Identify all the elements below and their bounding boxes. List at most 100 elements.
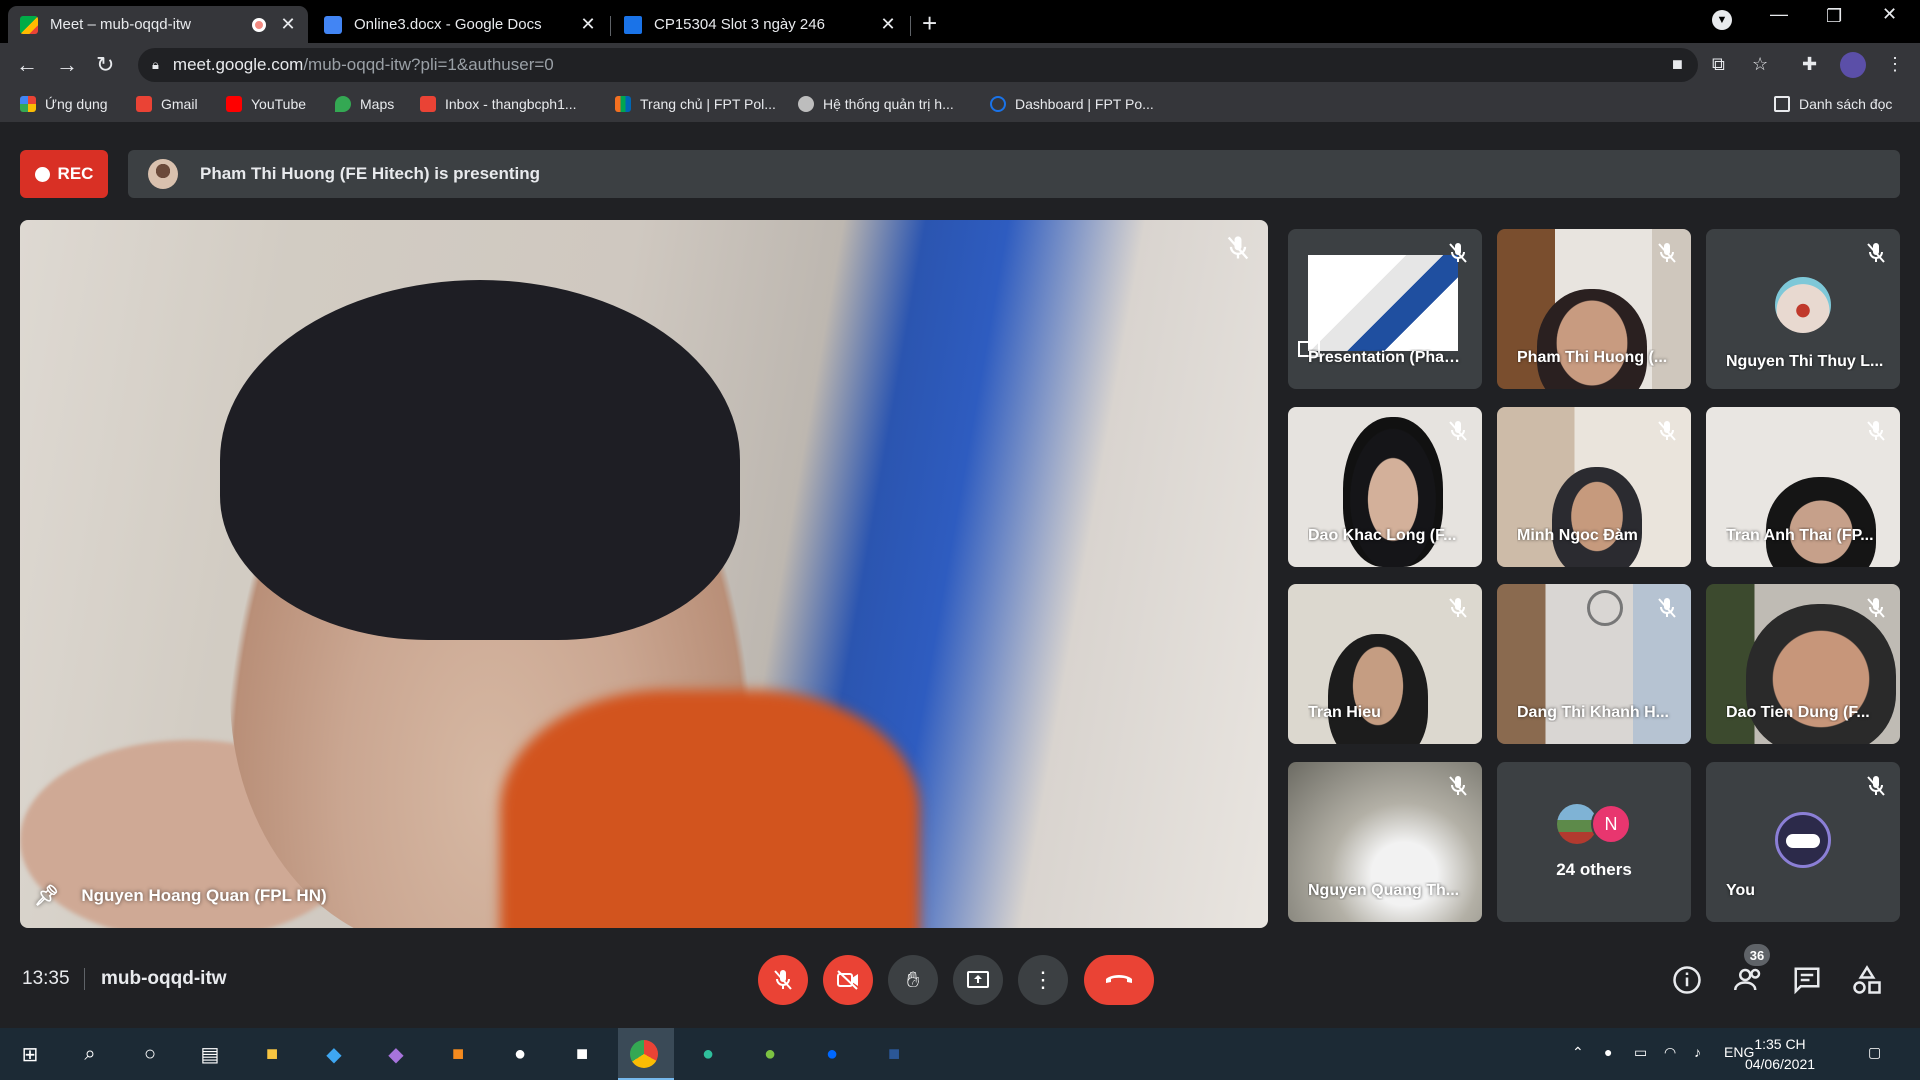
- tab-meet[interactable]: Meet – mub-oqqd-itw ✕: [8, 6, 308, 43]
- more-vert-icon: ⋮: [1032, 967, 1054, 992]
- file-explorer-icon[interactable]: ■: [256, 1038, 288, 1070]
- bookmarks-bar: Ứng dụng Gmail YouTube Maps Inbox - than…: [0, 87, 1920, 123]
- present-now-button[interactable]: [953, 955, 1003, 1005]
- new-tab-button[interactable]: +: [922, 8, 937, 39]
- microphone-toggle-button[interactable]: [758, 955, 808, 1005]
- battery-icon[interactable]: ▭: [1634, 1044, 1647, 1061]
- tab-docs[interactable]: Online3.docx - Google Docs ✕: [312, 6, 608, 43]
- muted-mic-icon: [1658, 421, 1676, 441]
- windows-start-icon[interactable]: ⊞: [14, 1038, 46, 1070]
- participant-tile[interactable]: Nguyen Thi Thuy L...: [1706, 229, 1900, 389]
- wifi-icon[interactable]: ◠: [1664, 1044, 1676, 1061]
- tab-divider: [910, 16, 911, 36]
- lock-icon[interactable]: 🔒︎: [152, 57, 159, 73]
- tab-title: Meet – mub-oqqd-itw: [50, 16, 191, 33]
- recording-indicator-icon: [252, 17, 266, 32]
- participant-tile[interactable]: Nguyen Quang Th...: [1288, 762, 1482, 922]
- others-tile[interactable]: N 24 others: [1497, 762, 1691, 922]
- task-view-icon[interactable]: ▤: [194, 1038, 226, 1070]
- bookmark-fpt-home[interactable]: Trang chủ | FPT Pol...: [615, 96, 776, 112]
- presenting-text: Pham Thi Huong (FE Hitech) is presenting: [200, 164, 541, 183]
- activities-icon[interactable]: [1852, 965, 1882, 995]
- participant-tile[interactable]: Pham Thi Huong (...: [1497, 229, 1691, 389]
- chrome-icon[interactable]: [630, 1040, 658, 1068]
- bookmark-maps[interactable]: Maps: [335, 96, 394, 112]
- bookmark-youtube[interactable]: YouTube: [226, 96, 306, 112]
- participant-tile-presentation[interactable]: Presentation (Pham Thi Hu...: [1288, 229, 1482, 389]
- fan-icon: [1587, 590, 1623, 626]
- forward-arrow-icon[interactable]: →: [56, 52, 78, 78]
- participant-tile[interactable]: Dang Thi Khanh H...: [1497, 584, 1691, 744]
- muted-mic-icon: [1867, 243, 1885, 263]
- bookmark-inbox[interactable]: Inbox - thangbcph1...: [420, 96, 577, 112]
- coccoc-icon[interactable]: ●: [754, 1038, 786, 1070]
- bookmark-star-icon[interactable]: ☆: [1752, 54, 1768, 75]
- close-tab-icon[interactable]: ✕: [280, 14, 296, 35]
- show-hidden-icons-icon[interactable]: ⌃: [1572, 1044, 1584, 1061]
- participant-tile[interactable]: Dao Tien Dung (F...: [1706, 584, 1900, 744]
- end-call-button[interactable]: [1084, 955, 1154, 1005]
- close-tab-icon[interactable]: ✕: [880, 14, 896, 35]
- reload-icon[interactable]: ↻: [96, 52, 114, 78]
- chat-icon[interactable]: [1792, 965, 1822, 995]
- kebab-menu-icon[interactable]: ⋮: [1886, 54, 1904, 75]
- more-options-button[interactable]: ⋮: [1018, 955, 1068, 1005]
- maximize-icon[interactable]: ❐: [1826, 6, 1842, 27]
- gamepad-icon: [1786, 834, 1820, 848]
- visual-studio-icon[interactable]: ◆: [380, 1038, 412, 1070]
- tab-classroom[interactable]: CP15304 Slot 3 ngày 246 ✕: [612, 6, 908, 43]
- tab-divider: [610, 16, 611, 36]
- profile-avatar-icon[interactable]: [1840, 52, 1866, 78]
- app-circle-icon[interactable]: ●: [504, 1038, 536, 1070]
- notifications-icon[interactable]: ▢: [1868, 1044, 1881, 1061]
- microsoft-store-icon[interactable]: ■: [566, 1038, 598, 1070]
- screen-share-off-icon: [1449, 243, 1467, 263]
- bookmark-apps[interactable]: Ứng dụng: [20, 96, 108, 112]
- translate-icon[interactable]: ⧉: [1712, 54, 1725, 75]
- address-bar[interactable]: 🔒︎ meet.google.com/mub-oqqd-itw?pli=1&au…: [138, 48, 1698, 82]
- back-arrow-icon[interactable]: ←: [16, 52, 38, 78]
- search-icon[interactable]: ⌕: [74, 1038, 106, 1070]
- bookmark-label: Hệ thống quản trị h...: [823, 96, 954, 112]
- bookmark-label: Trang chủ | FPT Pol...: [640, 96, 776, 112]
- participant-tile[interactable]: Minh Ngoc Đàm: [1497, 407, 1691, 567]
- gmail-icon: [420, 96, 436, 112]
- close-window-icon[interactable]: ✕: [1882, 4, 1897, 25]
- maps-icon: [335, 96, 351, 112]
- microphone-tray-icon[interactable]: ●: [1604, 1044, 1612, 1060]
- close-tab-icon[interactable]: ✕: [580, 14, 596, 35]
- camera-toggle-button[interactable]: [823, 955, 873, 1005]
- youtube-icon: [226, 96, 242, 112]
- raise-hand-button[interactable]: ✋︎: [888, 955, 938, 1005]
- vscode-icon[interactable]: ◆: [318, 1038, 350, 1070]
- meet-favicon-icon: [20, 15, 38, 34]
- word-icon[interactable]: ■: [878, 1038, 910, 1070]
- bookmark-dashboard[interactable]: Dashboard | FPT Po...: [990, 96, 1154, 112]
- video-shirt: [500, 690, 920, 928]
- tab-search-icon[interactable]: ▼: [1712, 10, 1732, 30]
- recording-badge[interactable]: REC: [20, 150, 108, 198]
- volume-icon[interactable]: ♪: [1694, 1044, 1701, 1060]
- main-speaker-video[interactable]: 📌︎ Nguyen Hoang Quan (FPL HN): [20, 220, 1268, 928]
- reading-list-label: Danh sách đọc: [1799, 96, 1893, 112]
- zalo-icon[interactable]: ●: [816, 1038, 848, 1070]
- people-icon[interactable]: [1734, 965, 1764, 995]
- sublime-text-icon[interactable]: ■: [442, 1038, 474, 1070]
- participant-tile[interactable]: Dao Khac Long (F...: [1288, 407, 1482, 567]
- minimize-icon[interactable]: —: [1770, 4, 1788, 25]
- presenter-avatar: [148, 159, 178, 189]
- meeting-details-icon[interactable]: [1672, 965, 1702, 995]
- edge-icon[interactable]: ●: [692, 1038, 724, 1070]
- self-tile[interactable]: You: [1706, 762, 1900, 922]
- system-clock[interactable]: 1:35 CH 04/06/2021: [1740, 1034, 1820, 1074]
- camera-in-use-icon[interactable]: ■: [1672, 54, 1683, 75]
- participant-tile[interactable]: Tran Anh Thai (FP...: [1706, 407, 1900, 567]
- pin-icon[interactable]: 📌︎: [34, 883, 59, 908]
- bookmark-management[interactable]: Hệ thống quản trị h...: [798, 96, 954, 112]
- reading-list-button[interactable]: Danh sách đọc: [1774, 96, 1892, 112]
- cortana-icon[interactable]: ○: [134, 1038, 166, 1070]
- extensions-icon[interactable]: ✚: [1802, 54, 1817, 75]
- participant-tile[interactable]: Tran Hieu: [1288, 584, 1482, 744]
- clock-time: 1:35 CH: [1754, 1036, 1806, 1052]
- bookmark-gmail[interactable]: Gmail: [136, 96, 198, 112]
